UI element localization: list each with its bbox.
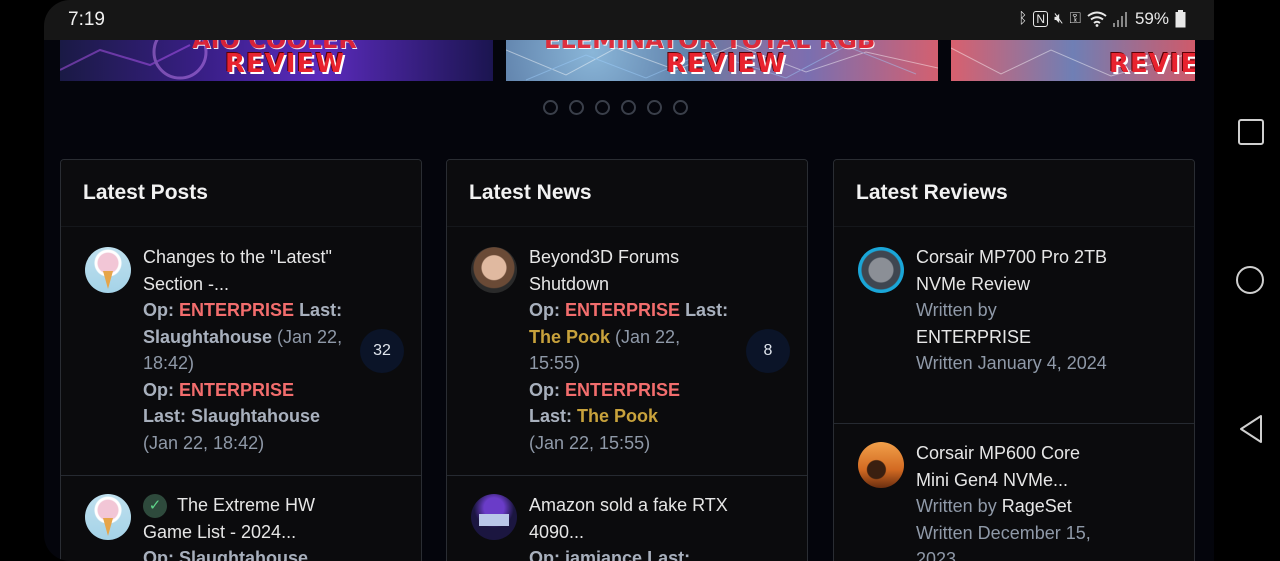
- news-text: Beyond3D Forums Shutdown Op: ENTERPRISE …: [529, 244, 729, 456]
- recents-button[interactable]: [1238, 119, 1264, 145]
- avatar[interactable]: [858, 442, 904, 488]
- post-text: Changes to the "Latest" Section -... Op:…: [143, 244, 343, 456]
- avatar[interactable]: [471, 247, 517, 293]
- news-title-link[interactable]: Beyond3D Forums Shutdown: [529, 247, 679, 294]
- written-by-label: Written by: [916, 300, 997, 320]
- list-item: ✓ The Extreme HW Game List - 2024... Op: …: [61, 476, 421, 561]
- post-date: (Jan 22, 18:42): [143, 432, 265, 453]
- signal-icon: [1112, 12, 1127, 27]
- review-title-link[interactable]: Corsair MP600 Core Mini Gen4 NVMe...: [916, 443, 1080, 490]
- op-label: Op:: [143, 379, 174, 400]
- written-by-label: Written by: [916, 496, 997, 516]
- op-label: Op:: [143, 548, 174, 561]
- written-date: Written January 4, 2024: [916, 353, 1107, 373]
- carousel-dots: [543, 100, 688, 115]
- check-icon: ✓: [143, 494, 167, 519]
- bluetooth-icon: ᛒ: [1018, 10, 1028, 27]
- review-title-link[interactable]: Corsair MP700 Pro 2TB NVMe Review: [916, 247, 1107, 294]
- list-item: Changes to the "Latest" Section -... Op:…: [61, 227, 421, 476]
- last-label: Last:: [143, 406, 187, 426]
- author-link[interactable]: ENTERPRISE: [916, 327, 1031, 347]
- system-nav-bar: [1214, 0, 1280, 561]
- news-text: Amazon sold a fake RTX 4090... Op: jamia…: [529, 492, 729, 561]
- last-label: Last:: [685, 300, 729, 320]
- last-user-link[interactable]: The Pook: [577, 406, 658, 426]
- wifi-icon: [1087, 11, 1107, 27]
- banner-1-title: REVIEW: [225, 49, 346, 79]
- review-banner-2[interactable]: ELEMINATOR TOTAL RGB REVIEW: [506, 40, 938, 81]
- avatar[interactable]: [858, 247, 904, 293]
- carousel-dot[interactable]: [647, 100, 662, 115]
- last-user-link[interactable]: Slaughtahouse: [191, 406, 320, 426]
- last-user-link[interactable]: Slaughtahouse: [143, 327, 272, 347]
- review-banner-1[interactable]: AIO COOLER REVIEW: [60, 40, 493, 81]
- op-user-link[interactable]: Slaughtahouse: [179, 548, 308, 561]
- list-item: Corsair MP700 Pro 2TB NVMe Review Writte…: [834, 227, 1194, 424]
- review-text: Corsair MP600 Core Mini Gen4 NVMe... Wri…: [916, 440, 1116, 561]
- panel-title: Latest Reviews: [856, 181, 1008, 204]
- list-item: Beyond3D Forums Shutdown Op: ENTERPRISE …: [447, 227, 807, 476]
- latest-news-panel: Latest News Beyond3D Forums Shutdown Op:…: [446, 159, 808, 561]
- news-title-link[interactable]: Amazon sold a fake RTX 4090...: [529, 495, 728, 542]
- list-item: Corsair MP600 Core Mini Gen4 NVMe... Wri…: [834, 424, 1194, 561]
- avatar[interactable]: [85, 494, 131, 540]
- reply-count-badge: 8: [746, 329, 790, 373]
- battery-icon: [1175, 10, 1186, 28]
- carousel-dot[interactable]: [673, 100, 688, 115]
- op-user-link[interactable]: ENTERPRISE: [179, 300, 294, 320]
- mute-icon: 🔇︎: [1054, 10, 1064, 27]
- home-button[interactable]: [1236, 266, 1264, 294]
- web-page: AIO COOLER REVIEW ELEMINATOR TOTAL RGB R…: [44, 40, 1214, 561]
- back-button[interactable]: [1238, 414, 1264, 444]
- reply-count-badge: 32: [360, 329, 404, 373]
- author-link[interactable]: RageSet: [1002, 496, 1072, 516]
- battery-percent: 59%: [1134, 9, 1169, 28]
- op-user-link[interactable]: jamiance: [565, 548, 642, 561]
- latest-posts-panel: Latest Posts Changes to the "Latest" Sec…: [60, 159, 422, 561]
- latest-reviews-panel: Latest Reviews Corsair MP700 Pro 2TB NVM…: [833, 159, 1195, 561]
- review-banner-3[interactable]: REVIE: [951, 40, 1195, 81]
- carousel-dot[interactable]: [543, 100, 558, 115]
- op-user-link[interactable]: ENTERPRISE: [179, 380, 294, 400]
- last-label: Last:: [529, 406, 573, 426]
- panel-header: Latest News: [447, 160, 807, 227]
- op-user-link[interactable]: ENTERPRISE: [565, 300, 680, 320]
- banner-3-title: REVIE: [1109, 49, 1195, 79]
- carousel-dot[interactable]: [595, 100, 610, 115]
- panel-header: Latest Posts: [61, 160, 421, 227]
- status-icons: ᛒ N 🔇︎ ⚿ 59%: [1018, 9, 1186, 29]
- review-text: Corsair MP700 Pro 2TB NVMe Review Writte…: [916, 244, 1116, 377]
- carousel-dot[interactable]: [621, 100, 636, 115]
- news-date: (Jan 22, 15:55): [529, 432, 651, 453]
- last-label: Last:: [647, 548, 691, 561]
- status-time: 7:19: [68, 9, 105, 30]
- avatar[interactable]: [85, 247, 131, 293]
- last-user-link[interactable]: The Pook: [529, 327, 610, 347]
- post-title-link[interactable]: Changes to the "Latest" Section -...: [143, 247, 332, 294]
- banner-2-title: REVIEW: [666, 49, 787, 79]
- panel-header: Latest Reviews: [834, 160, 1194, 227]
- post-text: ✓ The Extreme HW Game List - 2024... Op: …: [143, 492, 353, 561]
- op-label: Op:: [529, 548, 560, 561]
- avatar[interactable]: [471, 494, 517, 540]
- list-item: Amazon sold a fake RTX 4090... Op: jamia…: [447, 476, 807, 561]
- panel-title: Latest News: [469, 181, 592, 204]
- vpn-key-icon: ⚿: [1069, 10, 1081, 27]
- carousel-dot[interactable]: [569, 100, 584, 115]
- op-label: Op:: [529, 379, 560, 400]
- post-title-link[interactable]: The Extreme HW Game List - 2024...: [143, 495, 315, 542]
- op-label: Op:: [143, 300, 174, 320]
- panel-title: Latest Posts: [83, 181, 208, 204]
- op-user-link[interactable]: ENTERPRISE: [565, 380, 680, 400]
- op-label: Op:: [529, 300, 560, 320]
- written-date: Written December 15, 2023: [916, 522, 1091, 561]
- status-bar: 7:19 ᛒ N 🔇︎ ⚿ 59%: [44, 0, 1214, 40]
- nfc-icon: N: [1033, 11, 1049, 27]
- last-label: Last:: [299, 300, 343, 320]
